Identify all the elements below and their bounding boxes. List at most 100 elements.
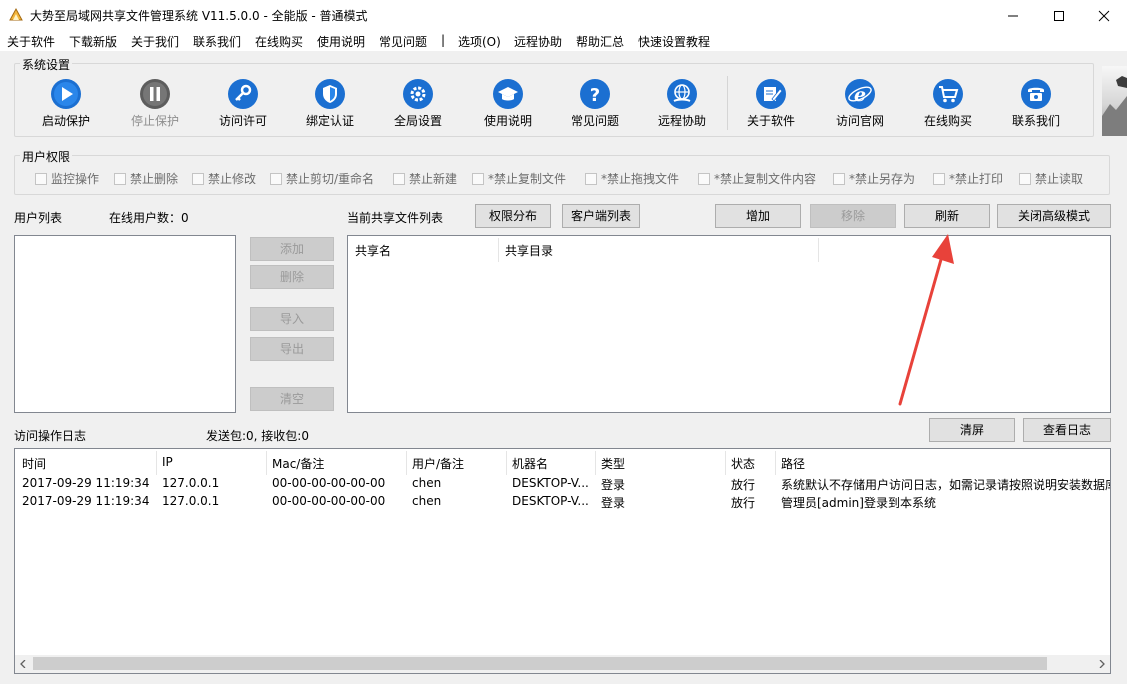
- perm-no-save-as[interactable]: *禁止另存为: [833, 170, 915, 186]
- perm-monitor[interactable]: 监控操作: [35, 170, 99, 186]
- decorative-landscape-image: [1102, 66, 1127, 136]
- instructions-button[interactable]: 使用说明: [465, 78, 551, 130]
- import-button[interactable]: 导入: [250, 307, 334, 331]
- buy-online-button[interactable]: 在线购买: [905, 78, 991, 130]
- scroll-right-icon[interactable]: [1098, 660, 1106, 668]
- column-header-share-dir[interactable]: 共享目录: [505, 242, 553, 259]
- checkbox[interactable]: [35, 173, 47, 185]
- share-list-table[interactable]: 共享名 共享目录: [347, 235, 1111, 413]
- delete-user-button[interactable]: 删除: [250, 265, 334, 289]
- system-settings-title: 系统设置: [20, 56, 73, 73]
- scroll-left-icon[interactable]: [19, 660, 27, 668]
- checkbox[interactable]: [585, 173, 597, 185]
- checkbox[interactable]: [114, 173, 126, 185]
- scrollbar-thumb[interactable]: [33, 657, 1047, 670]
- column-divider[interactable]: [725, 451, 726, 475]
- checkbox[interactable]: [270, 173, 282, 185]
- menu-options[interactable]: 选项(O): [458, 33, 501, 50]
- perm-no-cut-rename[interactable]: 禁止剪切/重命名: [270, 170, 374, 186]
- clear-users-button[interactable]: 清空: [250, 387, 334, 411]
- column-header-type[interactable]: 类型: [601, 455, 625, 472]
- cell-type: 登录: [601, 496, 626, 510]
- column-header-share-name[interactable]: 共享名: [355, 242, 391, 259]
- perm-no-read[interactable]: 禁止读取: [1019, 170, 1083, 186]
- client-list-button[interactable]: 客户端列表: [562, 204, 640, 228]
- table-row[interactable]: 2017-09-29 11:19:34 127.0.0.1 00-00-00-0…: [15, 493, 1110, 511]
- column-header-ip[interactable]: IP: [162, 455, 173, 469]
- checkbox[interactable]: [1019, 173, 1031, 185]
- column-divider[interactable]: [406, 451, 407, 475]
- perm-no-copy-file[interactable]: *禁止复制文件: [472, 170, 566, 186]
- column-header-status[interactable]: 状态: [731, 455, 755, 472]
- checkbox[interactable]: [698, 173, 710, 185]
- column-header-mac[interactable]: Mac/备注: [272, 455, 324, 472]
- table-row[interactable]: 2017-09-29 11:19:34 127.0.0.1 00-00-00-0…: [15, 475, 1110, 493]
- view-log-button[interactable]: 查看日志: [1023, 418, 1111, 442]
- horizontal-scrollbar[interactable]: [15, 655, 1110, 673]
- perm-label: *禁止复制文件: [488, 172, 567, 186]
- user-list-box[interactable]: [14, 235, 236, 413]
- menu-remote-help[interactable]: 远程协助: [514, 33, 562, 50]
- export-button[interactable]: 导出: [250, 337, 334, 361]
- column-divider[interactable]: [818, 238, 819, 262]
- close-advanced-mode-button[interactable]: 关闭高级模式: [997, 204, 1111, 228]
- checkbox[interactable]: [833, 173, 845, 185]
- maximize-button[interactable]: [1036, 0, 1082, 31]
- column-header-machine[interactable]: 机器名: [512, 455, 548, 472]
- app-logo-icon: [8, 7, 24, 23]
- column-divider[interactable]: [498, 238, 499, 262]
- column-header-user[interactable]: 用户/备注: [412, 455, 464, 472]
- column-header-path[interactable]: 路径: [781, 455, 805, 472]
- column-divider[interactable]: [595, 451, 596, 475]
- start-protection-button[interactable]: 启动保护: [23, 78, 109, 130]
- checkbox[interactable]: [933, 173, 945, 185]
- column-header-time[interactable]: 时间: [22, 455, 46, 472]
- bind-auth-button[interactable]: 绑定认证: [287, 78, 373, 130]
- close-window-button[interactable]: [1081, 0, 1127, 31]
- perm-no-copy-content[interactable]: *禁止复制文件内容: [698, 170, 816, 186]
- perm-no-print[interactable]: *禁止打印: [933, 170, 1003, 186]
- menu-download[interactable]: 下载新版: [69, 33, 117, 50]
- menu-help-summary[interactable]: 帮助汇总: [576, 33, 624, 50]
- menu-instructions[interactable]: 使用说明: [317, 33, 365, 50]
- minimize-button[interactable]: [990, 0, 1036, 31]
- contact-us-button[interactable]: 联系我们: [993, 78, 1079, 130]
- perm-no-modify[interactable]: 禁止修改: [192, 170, 256, 186]
- refresh-button[interactable]: 刷新: [904, 204, 990, 228]
- checkbox[interactable]: [393, 173, 405, 185]
- faq-button[interactable]: ? 常见问题: [552, 78, 638, 130]
- add-user-button[interactable]: 添加: [250, 237, 334, 261]
- menu-about-software[interactable]: 关于软件: [7, 33, 55, 50]
- access-permission-button[interactable]: 访问许可: [200, 78, 286, 130]
- perm-no-create[interactable]: 禁止新建: [393, 170, 457, 186]
- menu-faq[interactable]: 常见问题: [379, 33, 427, 50]
- menu-quick-setup[interactable]: 快速设置教程: [638, 33, 710, 50]
- menu-contact[interactable]: 联系我们: [193, 33, 241, 50]
- ie-icon: e: [845, 79, 875, 109]
- remote-assist-button[interactable]: 远程协助: [639, 78, 725, 130]
- column-divider[interactable]: [775, 451, 776, 475]
- about-software-button[interactable]: 关于软件: [728, 78, 814, 130]
- menu-buy-online[interactable]: 在线购买: [255, 33, 303, 50]
- key-icon: [228, 79, 258, 109]
- instructions-label: 使用说明: [483, 114, 532, 128]
- menu-about-us[interactable]: 关于我们: [131, 33, 179, 50]
- column-divider[interactable]: [266, 451, 267, 475]
- official-site-button[interactable]: e 访问官网: [817, 78, 903, 130]
- checkbox[interactable]: [192, 173, 204, 185]
- column-divider[interactable]: [506, 451, 507, 475]
- column-divider[interactable]: [156, 451, 157, 475]
- cell-machine: DESKTOP-V...: [512, 476, 589, 490]
- add-share-button[interactable]: 增加: [715, 204, 801, 228]
- remove-share-button[interactable]: 移除: [810, 204, 896, 228]
- access-log-table[interactable]: 时间 IP Mac/备注 用户/备注 机器名 类型 状态 路径 2017-09-…: [14, 448, 1111, 674]
- perm-no-drag-file[interactable]: *禁止拖拽文件: [585, 170, 679, 186]
- pause-icon: [140, 79, 170, 109]
- permission-distribution-button[interactable]: 权限分布: [475, 204, 551, 228]
- clear-screen-button[interactable]: 清屏: [929, 418, 1015, 442]
- perm-no-delete[interactable]: 禁止删除: [114, 170, 178, 186]
- stop-protection-button[interactable]: 停止保护: [112, 78, 198, 130]
- checkbox[interactable]: [472, 173, 484, 185]
- cell-path: 管理员[admin]登录到本系统: [781, 496, 936, 510]
- global-settings-button[interactable]: 全局设置: [375, 78, 461, 130]
